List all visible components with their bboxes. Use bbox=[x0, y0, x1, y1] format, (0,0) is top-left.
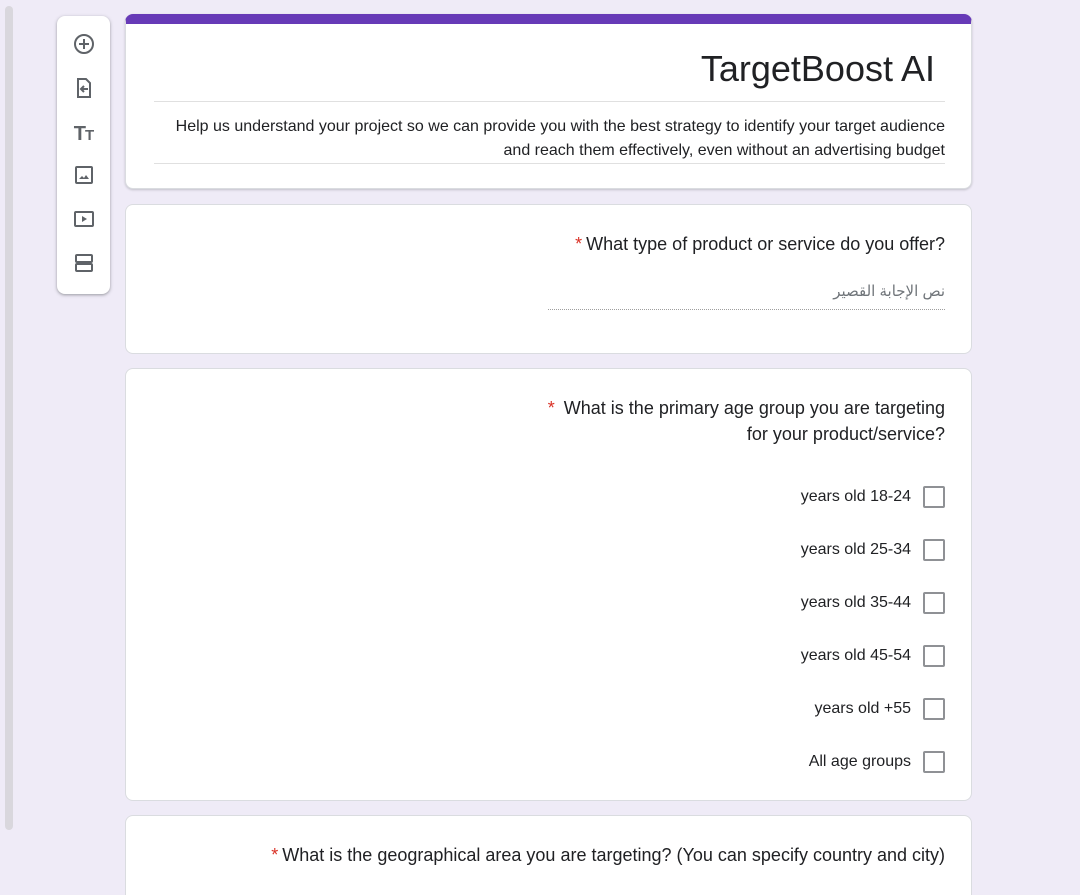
title-divider bbox=[154, 101, 945, 102]
option-label: years old 35-44 bbox=[800, 593, 911, 611]
question-card[interactable]: * What is the primary age group you are … bbox=[125, 368, 972, 801]
question-text: What is the primary age group you are ta… bbox=[563, 398, 945, 444]
question-title: * What type of product or service do you … bbox=[575, 231, 945, 257]
add-circle-icon bbox=[72, 32, 96, 61]
checkbox-option[interactable]: years old 25-34 bbox=[801, 523, 945, 576]
video-icon bbox=[72, 207, 96, 236]
import-questions-button[interactable] bbox=[69, 76, 99, 106]
option-label: years old +55 bbox=[814, 699, 911, 717]
checkbox-options: years old 18-24 years old 25-34 years ol… bbox=[801, 470, 945, 788]
checkbox-option[interactable]: years old 45-54 bbox=[801, 629, 945, 682]
checkbox-option[interactable]: years old 18-24 bbox=[801, 470, 945, 523]
checkbox[interactable] bbox=[923, 591, 945, 614]
description-divider bbox=[154, 163, 945, 164]
add-video-button[interactable] bbox=[69, 207, 99, 237]
checkbox[interactable] bbox=[923, 750, 945, 773]
checkbox-option[interactable]: All age groups bbox=[801, 735, 945, 788]
checkbox-option[interactable]: years old +55 bbox=[801, 682, 945, 735]
checkbox-option[interactable]: years old 35-44 bbox=[801, 576, 945, 629]
title-text-icon: TT bbox=[73, 122, 94, 145]
required-asterisk: * bbox=[271, 845, 279, 865]
image-icon bbox=[72, 163, 96, 192]
option-label: All age groups bbox=[808, 752, 911, 770]
question-text: What is the geographical area you are ta… bbox=[282, 845, 945, 865]
required-asterisk: * bbox=[575, 234, 583, 254]
required-asterisk: * bbox=[547, 398, 555, 418]
import-icon bbox=[72, 76, 96, 105]
form-description[interactable]: Help us understand your project so we ca… bbox=[154, 115, 945, 163]
question-title: * What is the geographical area you are t… bbox=[271, 842, 945, 868]
checkbox[interactable] bbox=[923, 538, 945, 561]
section-icon bbox=[72, 251, 96, 280]
option-label: years old 45-54 bbox=[800, 646, 911, 664]
checkbox[interactable] bbox=[923, 485, 945, 508]
floating-toolbar: TT bbox=[57, 16, 110, 294]
option-label: years old 25-34 bbox=[800, 540, 911, 558]
question-title: * What is the primary age group you are … bbox=[545, 395, 945, 447]
short-answer-field[interactable]: نص الإجابة القصير bbox=[548, 282, 945, 310]
option-label: years old 18-24 bbox=[800, 487, 911, 505]
add-section-button[interactable] bbox=[69, 250, 99, 280]
add-image-button[interactable] bbox=[69, 163, 99, 193]
add-title-button[interactable]: TT bbox=[69, 119, 99, 149]
add-question-button[interactable] bbox=[69, 32, 99, 62]
form-title[interactable]: TargetBoost AI bbox=[701, 48, 935, 90]
question-text: What type of product or service do you o… bbox=[586, 234, 945, 254]
question-card[interactable]: * What type of product or service do you … bbox=[125, 204, 972, 354]
form-header-card[interactable]: TargetBoost AI Help us understand your p… bbox=[125, 14, 972, 189]
page-scrollbar[interactable] bbox=[5, 6, 13, 830]
checkbox[interactable] bbox=[923, 644, 945, 667]
question-card[interactable]: * What is the geographical area you are t… bbox=[125, 815, 972, 895]
checkbox[interactable] bbox=[923, 697, 945, 720]
